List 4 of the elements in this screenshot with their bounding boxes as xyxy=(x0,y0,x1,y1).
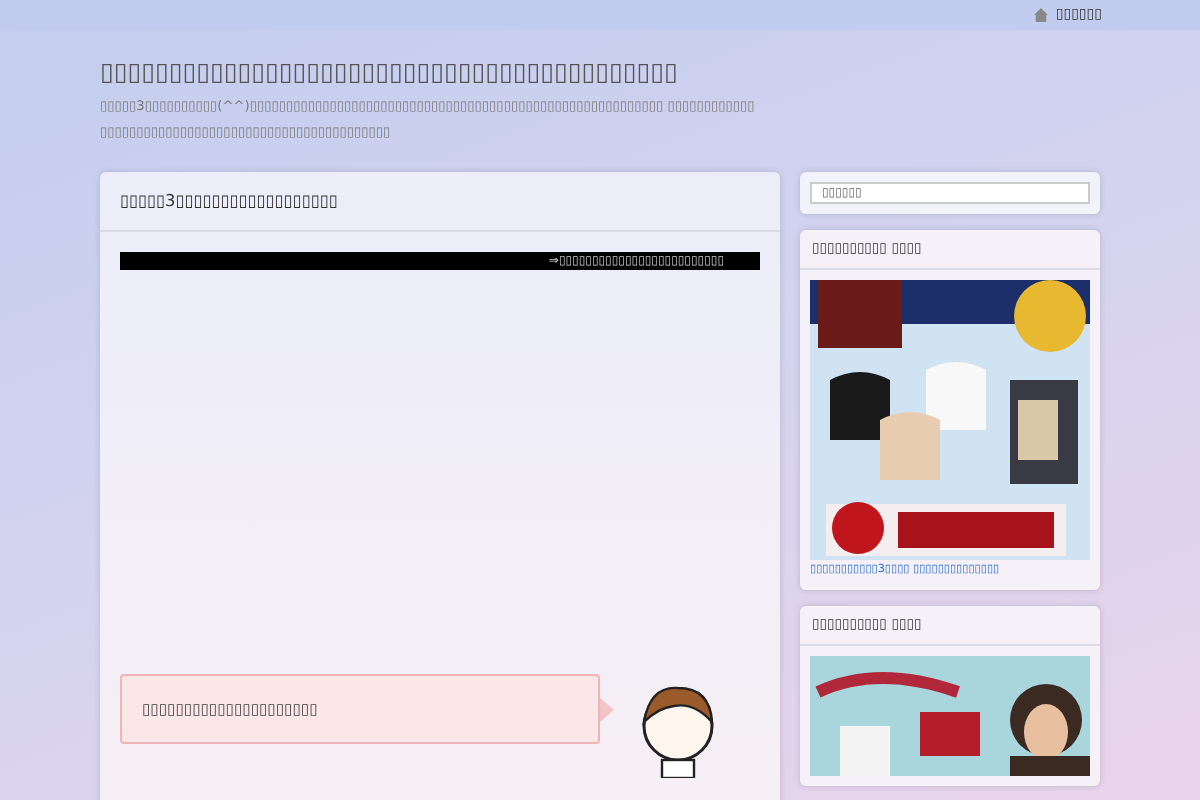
post-title: ▯▯▯▯▯3▯▯▯▯▯▯▯▯▯▯▯▯▯▯▯▯▯▯ xyxy=(120,188,338,214)
site-title[interactable]: ▯▯▯▯▯▯▯▯▯▯▯▯▯▯▯▯▯▯▯▯▯▯▯▯▯▯▯▯▯▯▯▯▯▯▯▯▯▯▯▯▯▯ xyxy=(100,54,800,90)
home-icon xyxy=(1033,8,1048,22)
speech-bubble-tail xyxy=(600,698,614,722)
